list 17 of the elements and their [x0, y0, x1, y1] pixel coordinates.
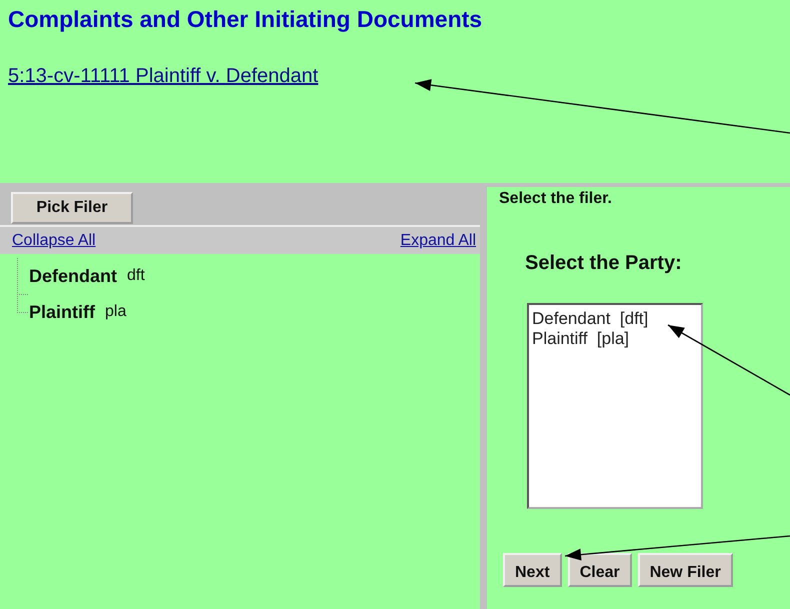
case-link[interactable]: 5:13-cv-11111 Plaintiff v. Defendant [8, 65, 318, 88]
page-title: Complaints and Other Initiating Documents [8, 6, 482, 33]
form-button[interactable]: Clear [568, 553, 632, 587]
party-role: pla [105, 303, 126, 321]
party-name[interactable]: Plaintiff [29, 302, 95, 322]
party-role: dft [127, 267, 145, 285]
pick-filer-button[interactable]: Pick Filer [11, 192, 133, 224]
party-option[interactable]: Defendant [dft] [532, 309, 698, 329]
collapse-all-link[interactable]: Collapse All [12, 232, 96, 250]
form-button[interactable]: Next [503, 553, 562, 587]
party-name[interactable]: Defendant [29, 266, 118, 286]
expand-all-link[interactable]: Expand All [400, 232, 476, 250]
form-button[interactable]: New Filer [638, 553, 733, 587]
party-option[interactable]: Plaintiff [pla] [532, 329, 698, 349]
party-listbox[interactable]: Defendant [dft] Plaintiff [pla] [527, 303, 703, 509]
party-heading: Select the Party: [525, 252, 683, 275]
instruction-text: Select the filer. [499, 190, 613, 208]
